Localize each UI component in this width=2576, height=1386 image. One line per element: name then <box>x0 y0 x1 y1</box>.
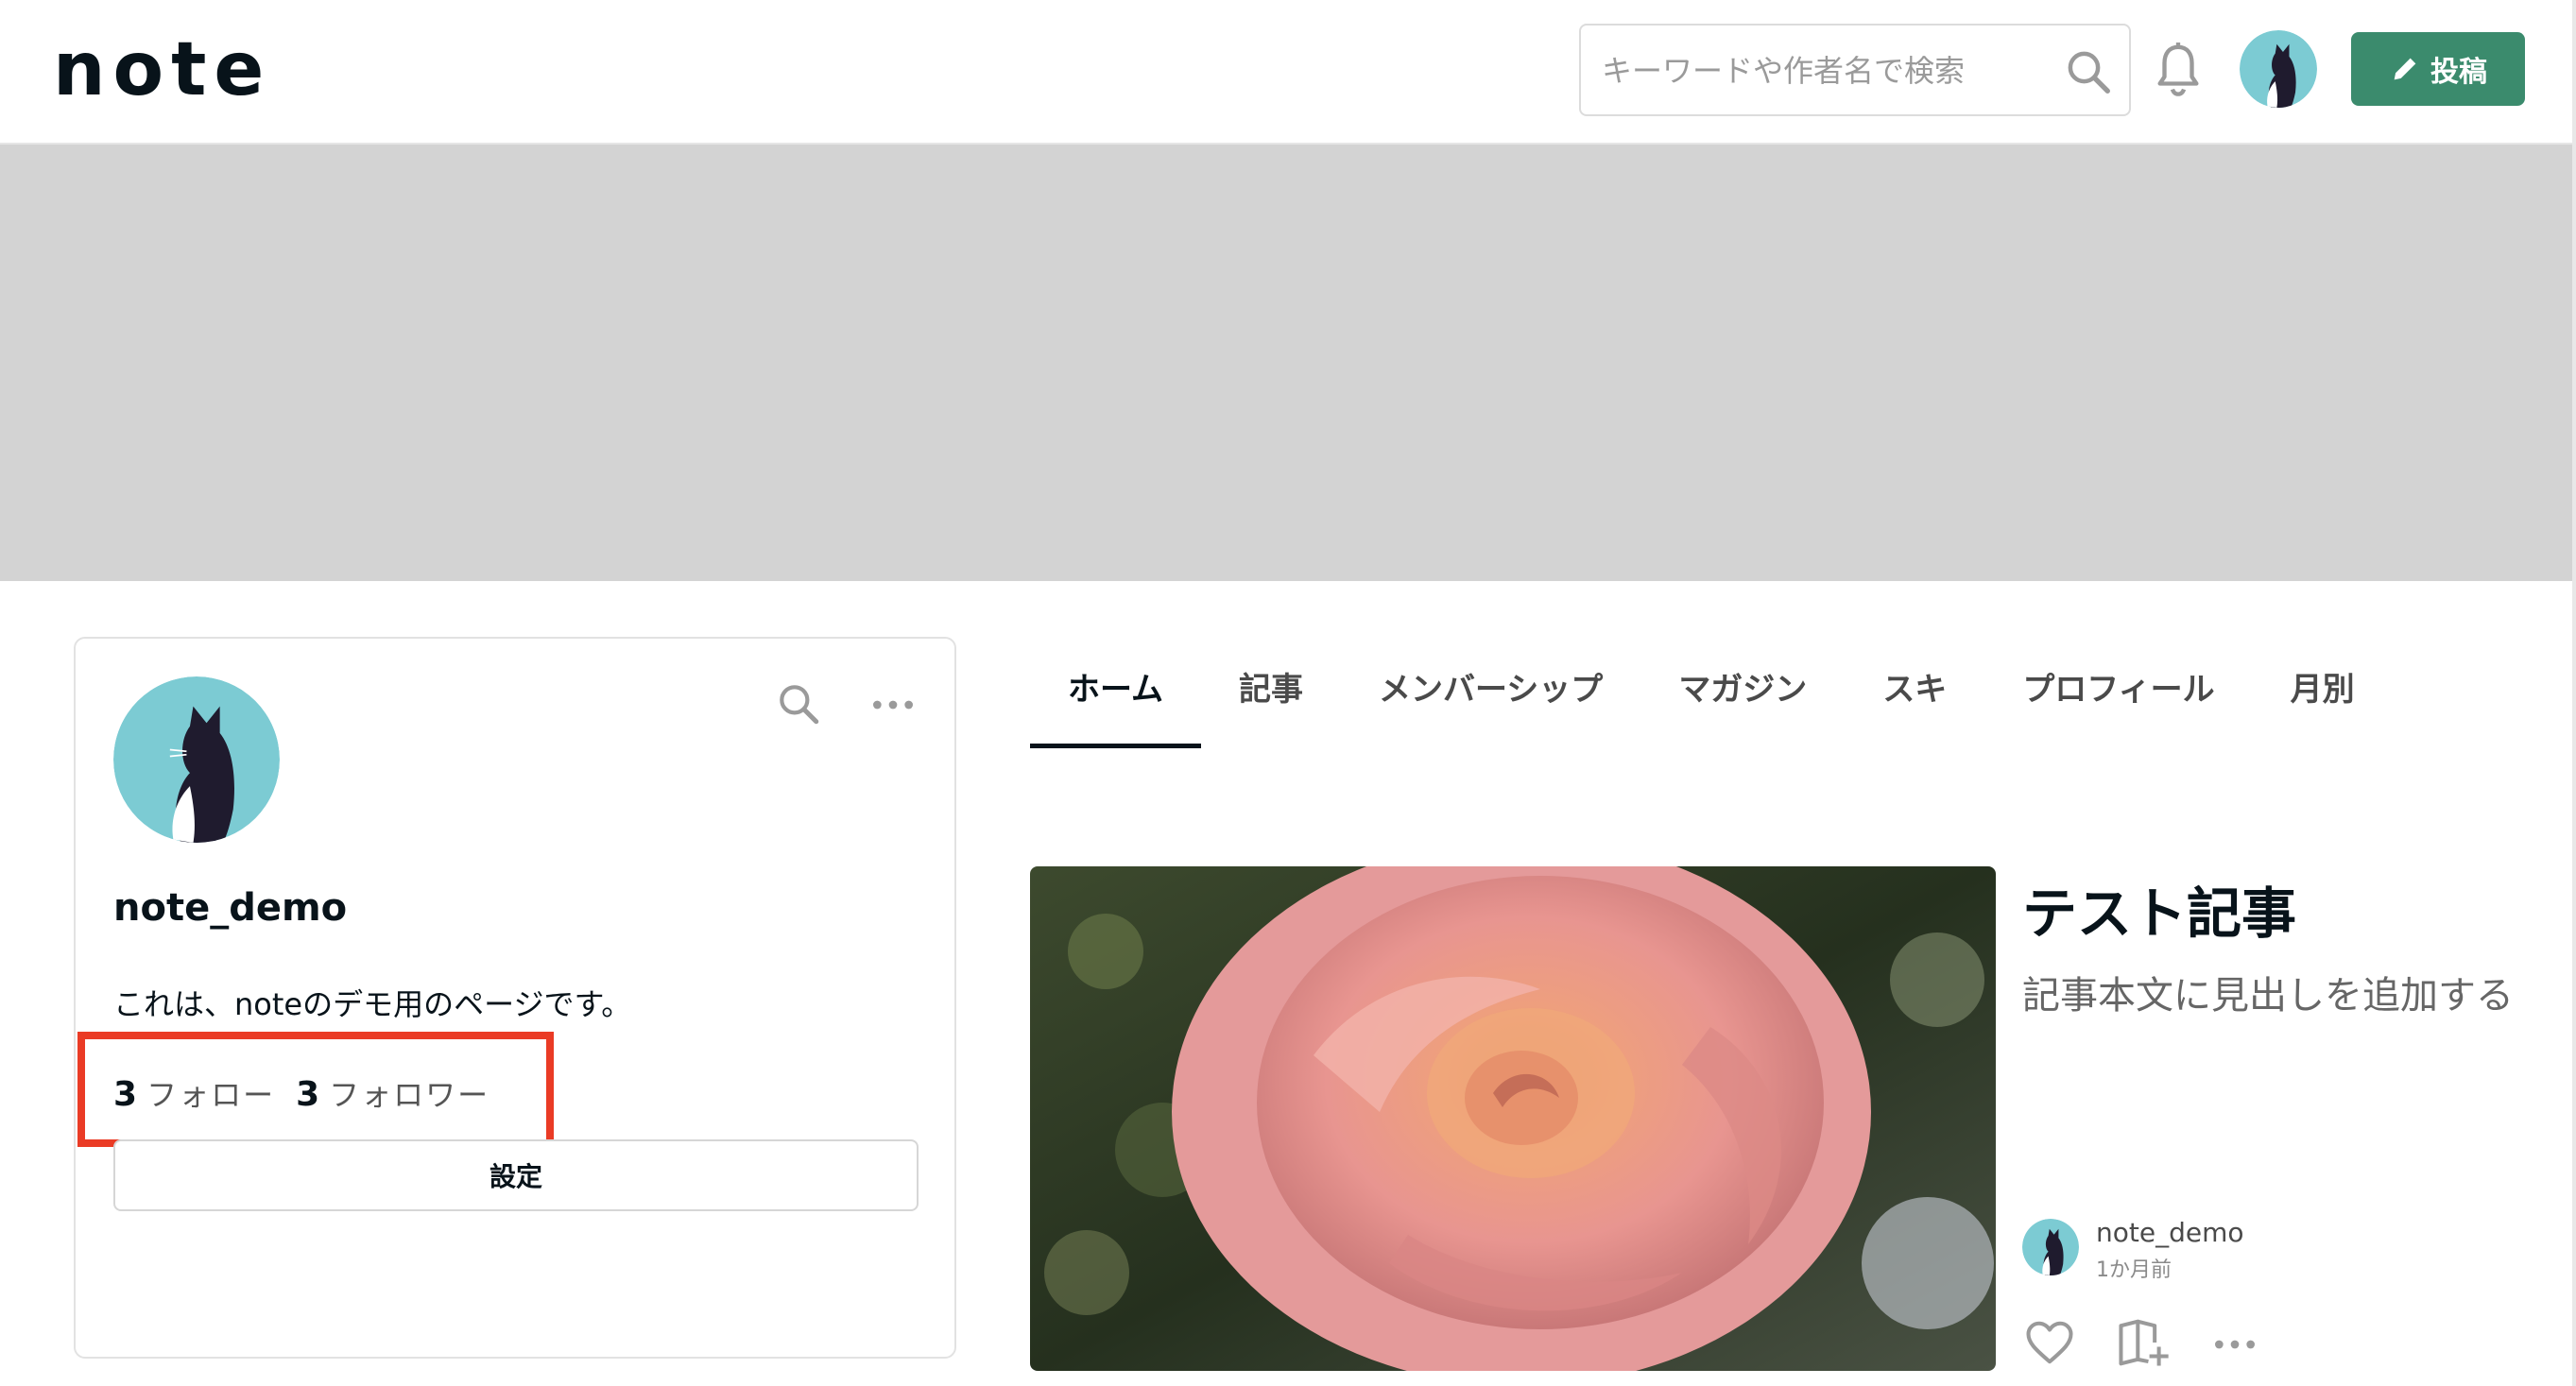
tab-monthly[interactable]: 月別 <box>2253 661 2393 748</box>
profile-card: note_demo これは、noteのデモ用のページです。 3 フォロー 3 フ… <box>74 637 956 1359</box>
article-thumbnail[interactable] <box>1030 866 1996 1371</box>
post-button-label: 投稿 <box>2430 56 2487 89</box>
settings-button[interactable]: 設定 <box>113 1139 919 1211</box>
profile-avatar[interactable] <box>113 676 280 843</box>
scrollbar[interactable] <box>2572 0 2576 1386</box>
article-time: 1か月前 <box>2096 1258 2172 1282</box>
tab-profile[interactable]: プロフィール <box>1984 661 2252 748</box>
tab-membership[interactable]: メンバーシップ <box>1341 661 1640 748</box>
highlight-box <box>77 1032 554 1147</box>
author-avatar[interactable] <box>2022 1219 2079 1275</box>
article-more-icon[interactable] <box>2211 1330 2258 1359</box>
note-logo[interactable]: note <box>53 28 271 111</box>
magazine-add-icon[interactable] <box>2117 1317 2172 1368</box>
post-button[interactable]: 投稿 <box>2351 32 2525 106</box>
article-excerpt: 記事本文に見出しを追加する <box>2022 974 2514 1018</box>
profile-tabs: ホーム 記事 メンバーシップ マガジン スキ プロフィール 月別 <box>1030 661 2393 748</box>
profile-more-icon[interactable] <box>869 688 917 722</box>
profile-description: これは、noteのデモ用のページです。 <box>113 986 632 1022</box>
author-name[interactable]: note_demo <box>2096 1217 2244 1248</box>
search-icon[interactable] <box>2063 46 2114 97</box>
bell-icon[interactable] <box>2151 40 2206 100</box>
heart-icon[interactable] <box>2024 1319 2075 1366</box>
profile-name: note_demo <box>113 886 348 930</box>
search-box[interactable] <box>1579 24 2131 116</box>
tab-likes[interactable]: スキ <box>1845 661 1984 748</box>
search-input[interactable] <box>1600 43 2053 99</box>
article-title[interactable]: テスト記事 <box>2022 869 2296 949</box>
tab-home[interactable]: ホーム <box>1030 661 1201 748</box>
profile-search-icon[interactable] <box>775 680 822 727</box>
tab-articles[interactable]: 記事 <box>1201 661 1341 748</box>
tab-magazine[interactable]: マガジン <box>1640 661 1845 748</box>
header: note 投稿 <box>0 0 2576 145</box>
header-banner <box>0 145 2576 581</box>
pen-icon <box>2394 58 2416 80</box>
user-avatar[interactable] <box>2240 30 2317 108</box>
